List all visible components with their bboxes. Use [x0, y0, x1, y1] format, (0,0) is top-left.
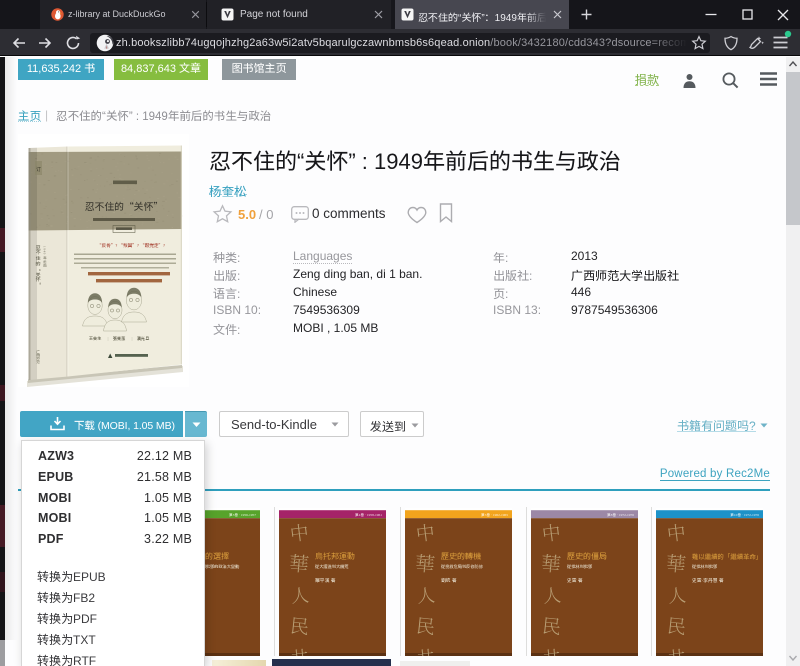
svg-text:民: 民 — [541, 611, 563, 640]
svg-text:人: 人 — [290, 581, 310, 608]
svg-text:王芸生: 王芸生 — [89, 336, 102, 342]
svg-text:广西师范: 广西师范 — [35, 349, 40, 364]
svg-text:共: 共 — [416, 643, 437, 656]
svg-text:潘光旦: 潘光旦 — [137, 336, 150, 342]
svg-text:民: 民 — [666, 611, 688, 640]
svg-text:從批林到批鄧: 從批林到批鄧 — [566, 563, 593, 570]
svg-text:共: 共 — [667, 643, 688, 656]
svg-text:第4卷 · 1958-1961: 第4卷 · 1958-1961 — [355, 512, 382, 518]
svg-text:第5卷 · 1962-1965: 第5卷 · 1962-1965 — [481, 512, 508, 518]
svg-text:中: 中 — [540, 518, 562, 547]
svg-text:從挽救危局到反修防修: 從挽救危局到反修防修 — [440, 563, 484, 570]
svg-text:中: 中 — [414, 518, 436, 547]
svg-text:人: 人 — [542, 581, 562, 608]
svg-text:民: 民 — [289, 611, 311, 640]
svg-text:張東蓀: 張東蓀 — [113, 335, 126, 342]
svg-text:史雲·李丹慧 著: 史雲·李丹慧 著 — [692, 577, 724, 584]
svg-text:華: 華 — [288, 547, 310, 578]
svg-text:華: 華 — [665, 547, 687, 578]
svg-text:羅平漢 著: 羅平漢 著 — [315, 577, 336, 584]
svg-text:忍不住的“关怀”: 忍不住的“关怀” — [85, 199, 163, 213]
svg-text:订: 订 — [36, 166, 41, 173]
svg-text:華: 華 — [414, 547, 436, 578]
svg-text:第10卷 · 1972-1976: 第10卷 · 1972-1976 — [730, 512, 759, 518]
svg-text:從批林到批鄧: 從批林到批鄧 — [691, 563, 718, 570]
svg-text:共: 共 — [290, 643, 311, 656]
svg-text:人: 人 — [416, 581, 436, 608]
svg-text:烏托邦運動: 烏托邦運動 — [315, 551, 355, 562]
svg-text:1949年前后: 1949年前后 — [42, 246, 47, 268]
svg-text:中: 中 — [288, 518, 310, 547]
svg-text:史雲 著: 史雲 著 — [567, 577, 583, 584]
svg-text:歷史的僵局: 歷史的僵局 — [567, 551, 607, 562]
svg-text:華: 華 — [540, 547, 562, 578]
svg-text:歷史的轉機: 歷史的轉機 — [441, 551, 481, 562]
svg-text:難以繼續的「繼續革命」: 難以繼續的「繼續革命」 — [692, 552, 762, 561]
svg-text:從大躍進到大饑荒: 從大躍進到大饑荒 — [314, 563, 349, 570]
svg-text:“反骨”? “叛国”? “跟党走”?: “反骨”? “叛国”? “跟党走”? — [97, 243, 165, 249]
svg-text:中: 中 — [665, 518, 687, 547]
svg-text:第8卷 · 1972-1976: 第8卷 · 1972-1976 — [607, 512, 634, 518]
svg-text:第3卷 · 1956-1957: 第3卷 · 1956-1957 — [229, 512, 256, 518]
svg-text:人: 人 — [667, 581, 687, 608]
svg-text:民: 民 — [415, 611, 437, 640]
svg-text:劉統 著: 劉統 著 — [441, 577, 457, 584]
svg-text:忍不住的“关怀”: 忍不住的“关怀” — [34, 244, 42, 288]
svg-text:共: 共 — [542, 643, 563, 656]
